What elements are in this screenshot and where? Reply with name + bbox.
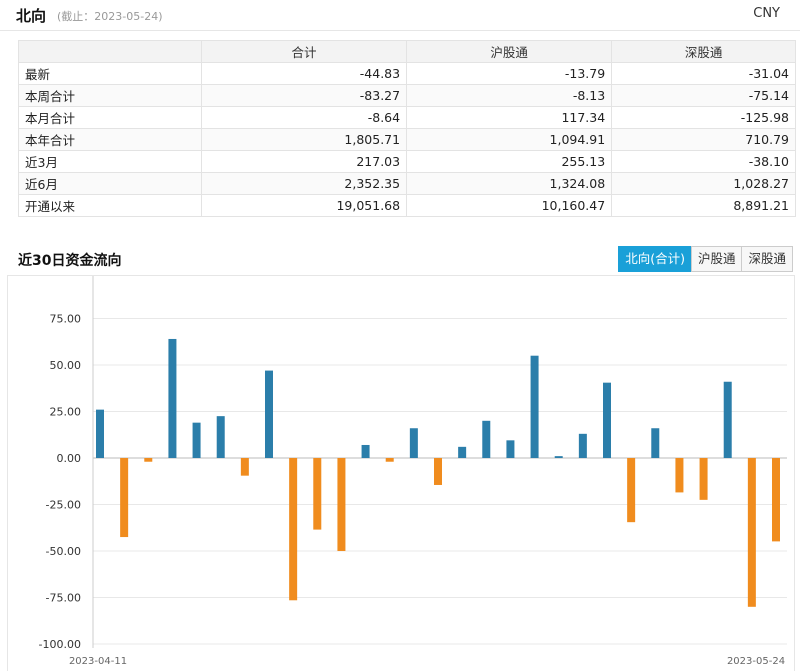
row-label: 近6月	[18, 172, 202, 195]
bar	[144, 458, 153, 462]
cell-sh: 1,324.08	[406, 172, 613, 195]
bar	[554, 456, 563, 458]
chart-container: 100.00 75.00 50.00 25.00 0.00 -25.00 -50.00 -75…	[7, 275, 795, 671]
bar	[434, 458, 442, 485]
table-header-row: 合计 沪股通 深股通	[18, 40, 796, 63]
bar	[192, 422, 201, 458]
row-label: 开通以来	[18, 194, 202, 217]
cell-total: -8.64	[200, 106, 408, 129]
bar	[313, 458, 322, 530]
cell-sz: 710.79	[611, 128, 796, 151]
bar	[747, 458, 756, 607]
y-tick-label: -25.00	[46, 499, 81, 512]
table-row: 近3月 217.03 255.13 -38.10	[18, 150, 796, 173]
bar-chart: 100.00 75.00 50.00 25.00 0.00 -25.00 -50.00 -75…	[39, 276, 787, 667]
cell-sz: -31.04	[611, 62, 796, 85]
x-tick-label-start: 2023-04-11	[69, 656, 127, 667]
cell-total: 19,051.68	[200, 194, 408, 217]
row-label: 本年合计	[18, 128, 202, 151]
y-tick-label: -50.00	[46, 545, 81, 558]
x-tick-label-end: 2023-05-24	[727, 656, 785, 667]
column-header: 沪股通	[406, 40, 613, 63]
bar	[216, 416, 225, 458]
y-tick-label: 50.00	[50, 359, 82, 372]
tab-shenzhen-connect[interactable]: 深股通	[741, 246, 793, 272]
bar	[651, 428, 660, 458]
y-tick-label: 25.00	[50, 406, 82, 419]
cell-total: -44.83	[200, 62, 408, 85]
bar	[96, 409, 104, 458]
cell-sz: -75.14	[611, 84, 796, 107]
header-bar: 北向 (截止：2023-05-24) CNY	[0, 0, 800, 31]
table-row: 本年合计 1,805.71 1,094.91 710.79	[18, 128, 796, 151]
bar	[603, 382, 611, 458]
cell-sh: -13.79	[406, 62, 613, 85]
chart-section-title: 近30日资金流向	[18, 253, 122, 269]
cell-sh: 117.34	[406, 106, 613, 129]
column-header	[18, 40, 202, 63]
row-label: 最新	[18, 62, 202, 85]
tab-shanghai-connect[interactable]: 沪股通	[690, 246, 743, 272]
tab-northbound-total[interactable]: 北向(合计)	[618, 246, 692, 272]
cell-sz: 8,891.21	[611, 194, 796, 217]
cell-sz: 1,028.27	[611, 172, 796, 195]
cell-total: -83.27	[200, 84, 408, 107]
bar	[578, 433, 587, 458]
row-label: 本周合计	[18, 84, 202, 107]
bar	[530, 355, 539, 458]
table-row: 近6月 2,352.35 1,324.08 1,028.27	[18, 172, 796, 195]
bar	[723, 381, 732, 458]
table-row: 本月合计 -8.64 117.34 -125.98	[18, 106, 796, 129]
column-header: 合计	[200, 40, 408, 63]
bar	[482, 420, 491, 458]
as-of-date: (截止：2023-05-24)	[57, 10, 163, 23]
summary-table: 合计 沪股通 深股通 最新 -44.83 -13.79 -31.04 本周合计 …	[18, 40, 796, 217]
table-row: 最新 -44.83 -13.79 -31.04	[18, 62, 796, 85]
bar	[675, 458, 684, 493]
bar	[361, 444, 370, 458]
cell-sh: 10,160.47	[406, 194, 613, 217]
cell-total: 1,805.71	[200, 128, 408, 151]
y-tick-label: 75.00	[50, 313, 82, 326]
bar	[627, 458, 636, 523]
bar	[168, 338, 177, 458]
column-header: 深股通	[611, 40, 796, 63]
bar	[265, 370, 273, 458]
bar	[120, 458, 129, 538]
bar	[699, 458, 708, 500]
bar	[385, 458, 394, 462]
bar	[240, 458, 249, 476]
y-tick-label: -100.00	[39, 638, 81, 651]
page-title: 北向	[16, 7, 47, 25]
y-tick-label: 100.00	[43, 276, 82, 279]
cell-sz: -125.98	[611, 106, 796, 129]
cell-total: 217.03	[200, 150, 408, 173]
bar	[409, 428, 418, 458]
y-tick-label: 0.00	[57, 452, 82, 465]
table-row: 开通以来 19,051.68 10,160.47 8,891.21	[18, 194, 796, 217]
cell-sh: 255.13	[406, 150, 613, 173]
bar	[458, 446, 467, 458]
table-row: 本周合计 -83.27 -8.13 -75.14	[18, 84, 796, 107]
cell-sh: -8.13	[406, 84, 613, 107]
cell-sh: 1,094.91	[406, 128, 613, 151]
bar	[289, 458, 298, 601]
chart-tabs: 北向(合计) 沪股通 深股通	[618, 246, 793, 272]
bar	[772, 458, 780, 542]
cell-total: 2,352.35	[200, 172, 408, 195]
bar	[506, 440, 515, 458]
row-label: 近3月	[18, 150, 202, 173]
y-tick-label: -75.00	[46, 592, 81, 605]
row-label: 本月合计	[18, 106, 202, 129]
bar	[337, 458, 346, 551]
currency-label: CNY	[753, 6, 780, 21]
cell-sz: -38.10	[611, 150, 796, 173]
